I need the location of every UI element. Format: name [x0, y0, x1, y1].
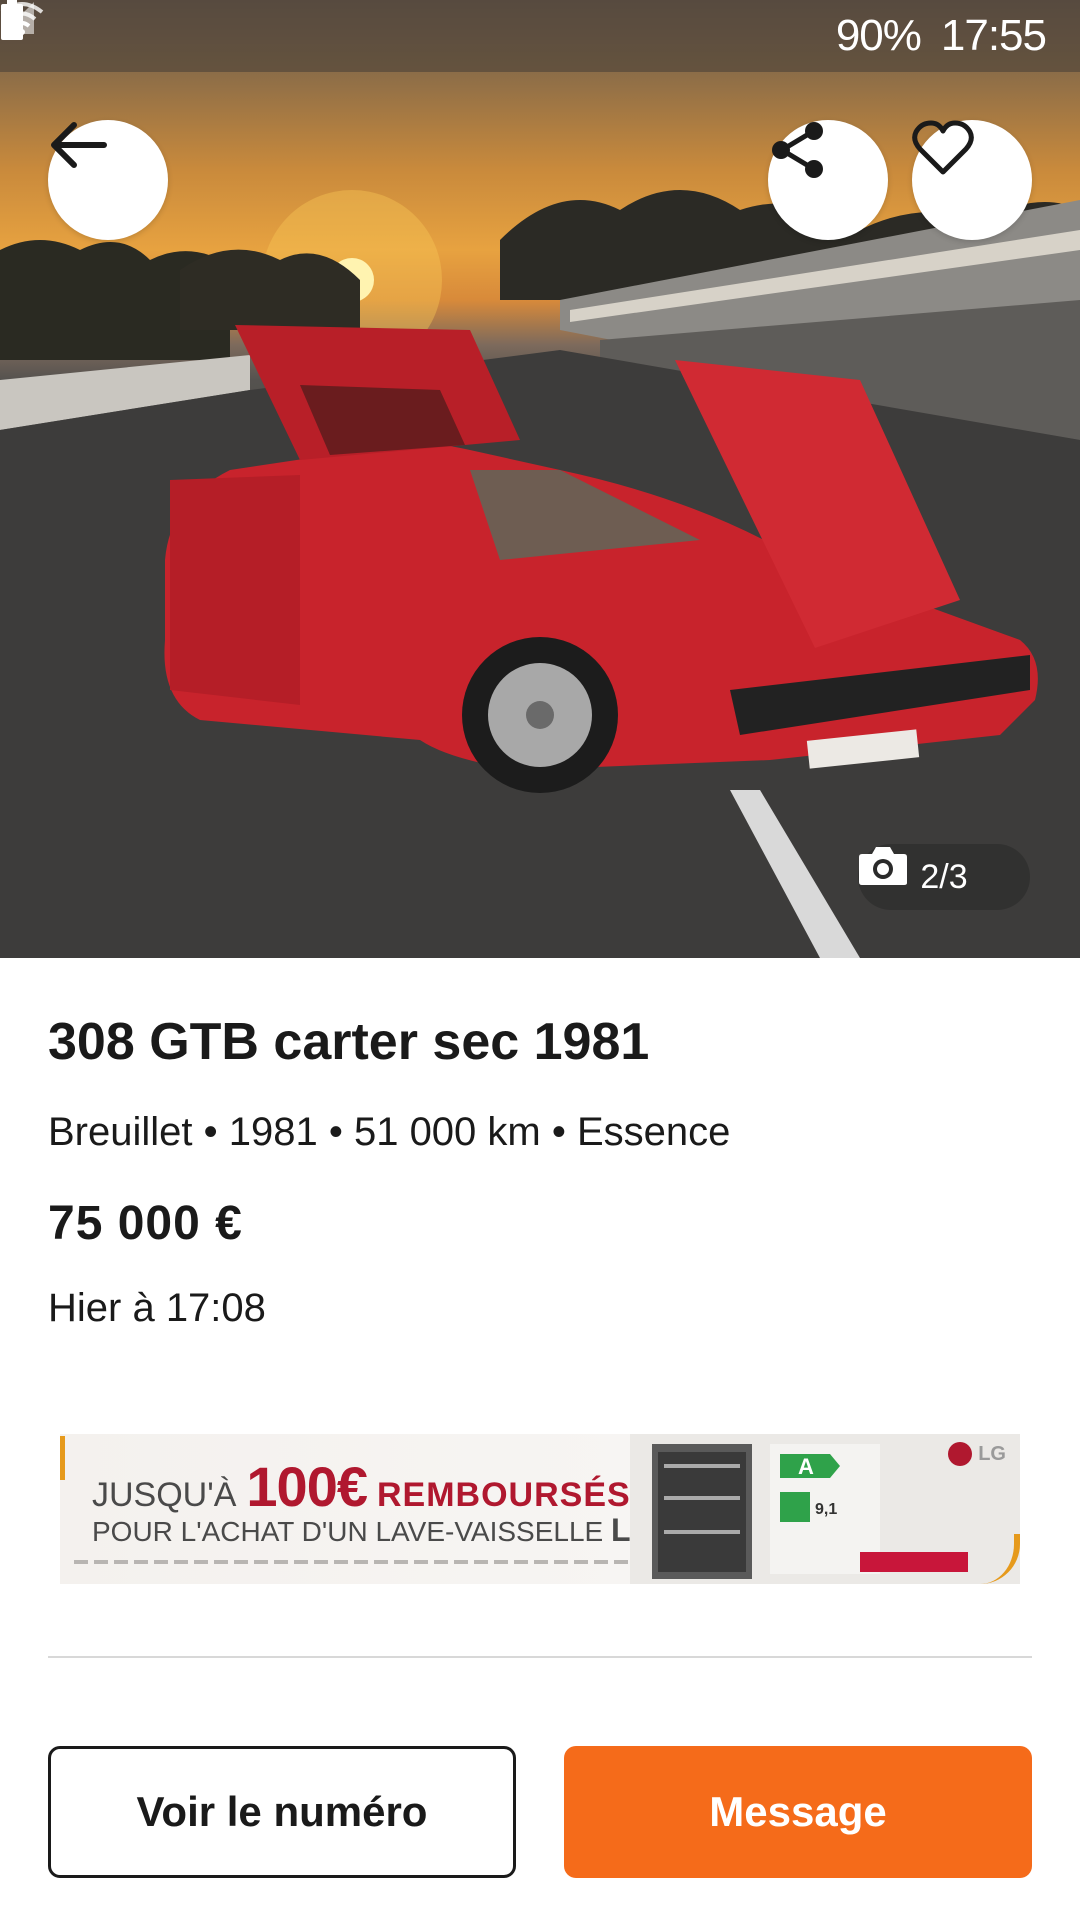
status-bar: 90% 17:55: [0, 0, 1080, 72]
ad-prefix: JUSQU'À: [92, 1476, 237, 1514]
photo-counter[interactable]: 2/3: [858, 844, 1030, 910]
share-icon: [772, 122, 823, 178]
message-button[interactable]: Message: [564, 1746, 1032, 1878]
lg-logo: LG: [948, 1442, 1006, 1466]
listing-price: 75 000 €: [48, 1197, 243, 1250]
favorite-button[interactable]: [912, 120, 1032, 240]
show-phone-button[interactable]: Voir le numéro: [48, 1746, 516, 1878]
battery-percent: 90%: [835, 11, 922, 60]
share-button[interactable]: [768, 120, 888, 240]
heart-icon: [912, 120, 974, 175]
camera-icon: [859, 847, 907, 885]
ad-subline: POUR L'ACHAT D'UN LAVE-VAISSELLE LG: [92, 1512, 655, 1549]
ad-headline-text: REMBOURSÉS: [376, 1476, 631, 1514]
ad-line2-text: POUR L'ACHAT D'UN LAVE-VAISSELLE: [92, 1516, 604, 1547]
listing-subtitle: Breuillet • 1981 • 51 000 km • Essence: [48, 1110, 731, 1154]
listing-date: Hier à 17:08: [48, 1286, 266, 1330]
lg-logo-mark: [948, 1442, 973, 1466]
photo-counter-text: 2/3: [920, 857, 968, 896]
lg-logo-text: LG: [978, 1442, 1006, 1465]
ad-accent-bar: [60, 1436, 65, 1480]
arrow-left-icon: [51, 122, 107, 168]
ad-cta-button[interactable]: [860, 1552, 968, 1572]
listing-photo[interactable]: 90% 17:55 2/3: [0, 0, 1080, 958]
back-button[interactable]: [48, 120, 168, 240]
energy-class-label: A: [798, 1454, 814, 1479]
divider: [48, 1656, 1032, 1658]
listing-title: 308 GTB carter sec 1981: [48, 1013, 650, 1071]
rating-label: 9,1: [815, 1501, 837, 1518]
clock: 17:55: [940, 11, 1047, 60]
ad-fineprint: [74, 1560, 634, 1564]
ad-headline: JUSQU'À 100€ REMBOURSÉS: [92, 1454, 631, 1519]
ad-amount: 100€: [246, 1455, 368, 1518]
ad-banner[interactable]: JUSQU'À 100€ REMBOURSÉS POUR L'ACHAT D'U…: [60, 1434, 1020, 1584]
